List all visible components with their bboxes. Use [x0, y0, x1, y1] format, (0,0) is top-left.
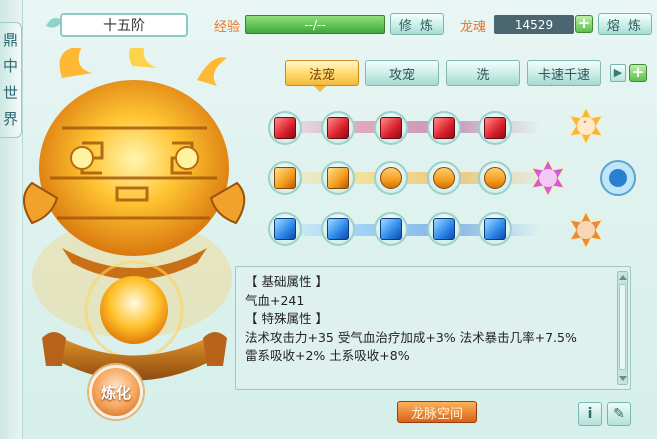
scroll-down-icon[interactable]	[619, 376, 627, 381]
star-slot-top[interactable]: ﾞ	[566, 106, 606, 146]
gem-slot[interactable]	[321, 212, 355, 246]
special-attributes-line-2: 雷系吸收+2% 土系吸收+8%	[245, 348, 410, 363]
gem-slot[interactable]	[427, 161, 461, 195]
svg-text:ﾞ: ﾞ	[583, 120, 589, 133]
scroll-thumb[interactable]	[619, 284, 626, 370]
orange-gem-icon	[375, 162, 407, 194]
special-attributes-header: 【 特殊属性 】	[245, 311, 328, 326]
orange-gem-icon	[428, 162, 460, 194]
dragon-soul-label: 龙魂	[460, 20, 487, 35]
basic-attributes-header: 【 基础属性 】	[245, 274, 328, 289]
orange-gem-icon	[274, 167, 296, 189]
red-gem-icon	[327, 117, 349, 139]
blue-gem-icon	[327, 218, 349, 240]
scroll-up-icon[interactable]	[619, 275, 627, 280]
star-slot-left[interactable]	[528, 158, 568, 198]
cultivate-button[interactable]: 修 炼	[390, 13, 444, 35]
gem-slot[interactable]	[268, 212, 302, 246]
blue-gem-icon	[380, 218, 402, 240]
exp-value: --/--	[304, 17, 326, 32]
red-gem-icon	[274, 117, 296, 139]
attributes-panel: 【 基础属性 】 气血+241 【 特殊属性 】 法术攻击力+35 受气血治疗加…	[235, 266, 631, 390]
rank-title: 十五阶	[60, 13, 188, 37]
gem-slot[interactable]	[374, 111, 408, 145]
smelt-button[interactable]: 熔 炼	[598, 13, 652, 35]
blue-gem-icon	[433, 218, 455, 240]
special-attributes-line-1: 法术攻击力+35 受气血治疗加成+3% 法术暴击几率+7.5%	[245, 329, 577, 345]
red-gem-icon	[484, 117, 506, 139]
star-slot-right[interactable]	[598, 158, 638, 198]
gem-slot[interactable]	[427, 212, 461, 246]
side-tab-char-3: 世	[2, 83, 18, 102]
tab-attack-pet[interactable]: 攻宠	[365, 60, 439, 86]
attributes-scrollbar[interactable]	[617, 271, 628, 385]
blue-gem-icon	[274, 218, 296, 240]
gem-slot[interactable]	[374, 212, 408, 246]
gem-slot[interactable]	[427, 111, 461, 145]
tab-next-arrow-icon[interactable]: ▶	[610, 64, 626, 82]
gem-slot[interactable]	[268, 161, 302, 195]
info-icon[interactable]: i	[578, 402, 602, 426]
exp-label: 经验	[214, 20, 241, 35]
tab-add-plus-icon[interactable]: +	[629, 64, 647, 82]
gem-slot[interactable]	[268, 111, 302, 145]
refine-button[interactable]: 炼化	[89, 365, 143, 419]
exp-progress-bar: --/--	[245, 15, 385, 34]
cauldron-artwork	[23, 48, 246, 381]
tab-magic-pet[interactable]: 法宠	[285, 60, 359, 86]
side-tab-char-4: 界	[2, 110, 18, 129]
gem-slot[interactable]	[478, 212, 512, 246]
edit-icon[interactable]: ✎	[607, 402, 631, 426]
basic-attributes-line: 气血+241	[245, 292, 305, 308]
active-tab-caret-icon	[314, 86, 326, 92]
red-gem-icon	[380, 117, 402, 139]
side-tab-char-1: 鼎	[2, 30, 18, 49]
add-soul-plus-icon[interactable]: +	[575, 15, 593, 33]
gem-slot[interactable]	[321, 111, 355, 145]
red-gem-icon	[433, 117, 455, 139]
gem-slot[interactable]	[321, 161, 355, 195]
tab-card-speed[interactable]: 卡速千速	[527, 60, 601, 86]
side-tab-char-2: 中	[2, 57, 18, 76]
dragon-soul-value: 14529	[494, 15, 574, 34]
gem-slot[interactable]	[478, 111, 512, 145]
star-slot-bottom[interactable]	[566, 210, 606, 250]
tab-wash[interactable]: 洗	[446, 60, 520, 86]
dragon-space-button[interactable]: 龙脉空间	[397, 401, 477, 423]
gem-slot[interactable]	[478, 161, 512, 195]
orange-gem-icon	[327, 167, 349, 189]
side-tab-ding-world[interactable]: 鼎 中 世 界	[0, 22, 22, 138]
blue-gem-icon	[484, 218, 506, 240]
orange-gem-icon	[479, 162, 511, 194]
gem-slot[interactable]	[374, 161, 408, 195]
